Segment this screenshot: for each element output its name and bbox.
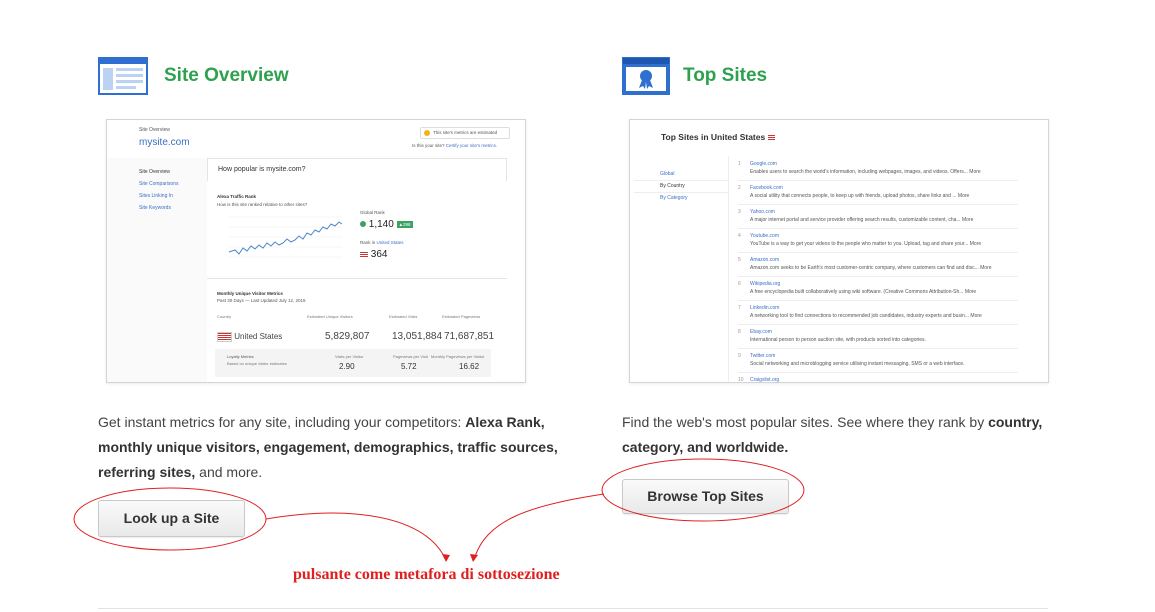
left-arrowhead [442, 554, 450, 562]
footer-divider [98, 608, 1048, 609]
annotation-overlay [73, 458, 805, 562]
annotation-caption: pulsante come metafora di sottosezione [293, 566, 560, 583]
left-arrow [265, 512, 447, 561]
right-arrowhead [470, 554, 478, 562]
right-button-ellipse [601, 458, 805, 522]
left-button-ellipse [73, 487, 267, 551]
right-arrow [473, 493, 605, 561]
